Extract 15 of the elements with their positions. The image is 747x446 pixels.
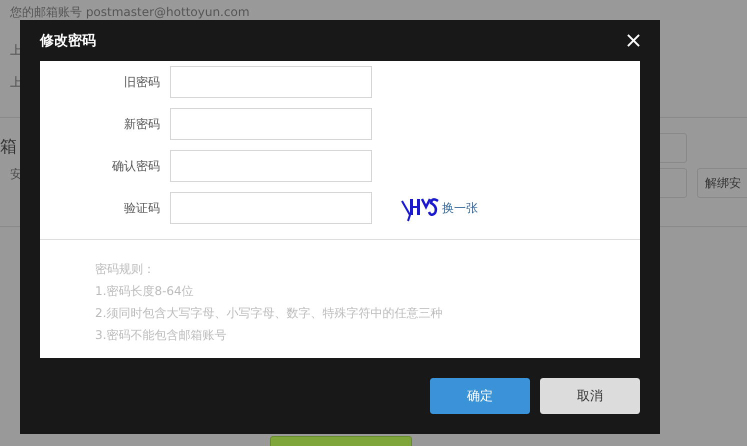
rule-text: 3.密码不能包含邮箱账号 [95, 327, 228, 344]
field-label: 新密码 [123, 116, 160, 132]
rule-text: 密码规则： [95, 261, 156, 278]
confirm-button[interactable]: 确定 [430, 378, 530, 414]
section-title: 箱 [0, 136, 17, 158]
rule-text: 2.须同时包含大写字母、小写字母、数字、特殊字符中的任意三种 [95, 305, 444, 322]
dialog-title: 修改密码 [40, 32, 96, 50]
rule-text: 1.密码长度8-64位 [95, 283, 195, 300]
field-label: 确认密码 [111, 158, 160, 174]
refresh-link[interactable]: 换一张 [442, 200, 478, 216]
cancel-button[interactable]: 取消 [540, 378, 640, 414]
unbind-button[interactable]: 解绑安 [697, 168, 747, 198]
account-text: 您的邮箱账号 postmaster@hottoyun.com [10, 5, 250, 19]
field-label: 验证码 [123, 200, 160, 216]
field-label: 旧密码 [123, 74, 160, 90]
